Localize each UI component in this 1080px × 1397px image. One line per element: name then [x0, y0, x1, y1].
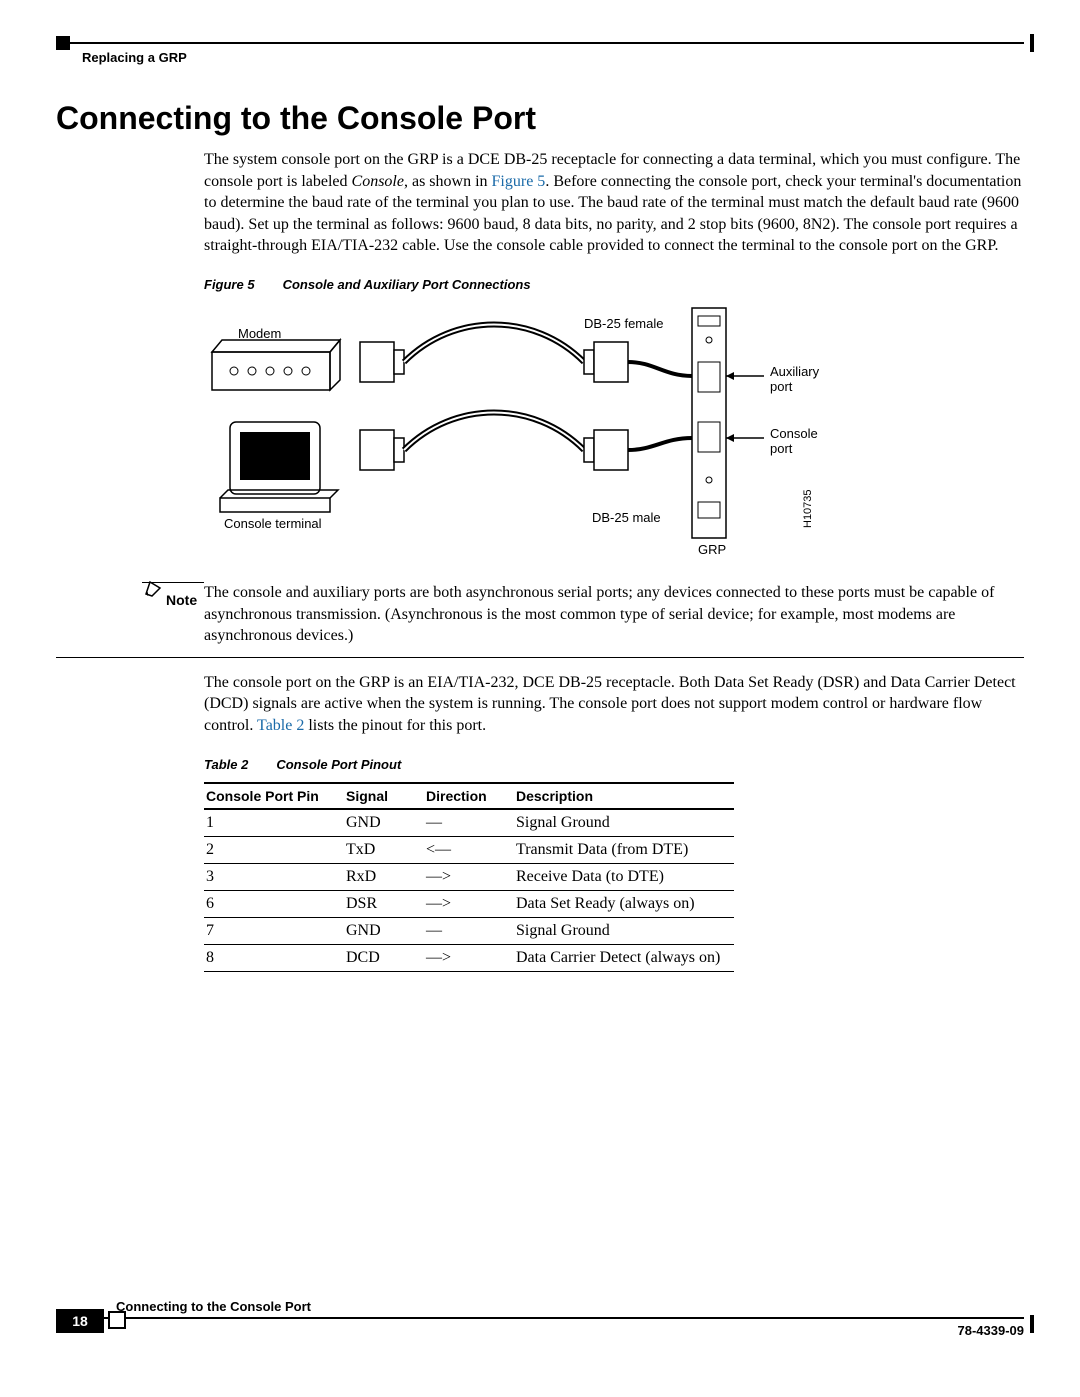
cell-description: Data Carrier Detect (always on) — [514, 944, 734, 971]
cell-pin: 1 — [204, 809, 344, 837]
para2: The console port on the GRP is an EIA/TI… — [204, 672, 1024, 737]
table-row: 1GND—Signal Ground — [204, 809, 734, 837]
footer-square-icon — [108, 1311, 126, 1329]
figure-caption: Figure 5 Console and Auxiliary Port Conne… — [204, 277, 1024, 292]
figure-5-link[interactable]: Figure 5 — [492, 173, 546, 190]
running-header: Replacing a GRP — [56, 32, 1024, 60]
col-header-description: Description — [514, 783, 734, 809]
pinout-table: Console Port Pin Signal Direction Descri… — [204, 782, 734, 972]
cell-direction: <— — [424, 836, 514, 863]
cell-pin: 3 — [204, 863, 344, 890]
figure-label-db25f: DB-25 female — [584, 316, 663, 331]
cell-signal: GND — [344, 809, 424, 837]
col-header-pin: Console Port Pin — [204, 783, 344, 809]
cell-direction: — — [424, 917, 514, 944]
footer-rule — [56, 1317, 1024, 1319]
para1-console-word: Console — [352, 173, 404, 190]
cell-signal: DCD — [344, 944, 424, 971]
cell-description: Signal Ground — [514, 809, 734, 837]
table-row: 6DSR—>Data Set Ready (always on) — [204, 890, 734, 917]
cell-description: Receive Data (to DTE) — [514, 863, 734, 890]
cell-pin: 2 — [204, 836, 344, 863]
cell-direction: —> — [424, 890, 514, 917]
cell-pin: 7 — [204, 917, 344, 944]
table-row: 3RxD—>Receive Data (to DTE) — [204, 863, 734, 890]
col-header-direction: Direction — [424, 783, 514, 809]
figure-label-grp: GRP — [698, 542, 726, 557]
cell-signal: GND — [344, 917, 424, 944]
figure-label-aux-port: Auxiliary port — [770, 364, 830, 394]
cell-pin: 6 — [204, 890, 344, 917]
table-row: 2TxD<—Transmit Data (from DTE) — [204, 836, 734, 863]
col-header-signal: Signal — [344, 783, 424, 809]
cell-pin: 8 — [204, 944, 344, 971]
header-rule — [56, 42, 1024, 44]
page-number: 18 — [56, 1309, 104, 1333]
cell-signal: DSR — [344, 890, 424, 917]
cell-description: Signal Ground — [514, 917, 734, 944]
figure-5: Modem Console terminal DB-25 female DB-2… — [204, 302, 824, 564]
figure-drawing-id: H10735 — [802, 489, 814, 528]
para2-post: lists the pinout for this port. — [304, 717, 486, 734]
note-block: Note The console and auxiliary ports are… — [56, 582, 1024, 658]
table-title: Console Port Pinout — [276, 757, 401, 772]
header-square-icon — [56, 36, 70, 50]
footer-right-bar-icon — [1030, 1315, 1034, 1333]
table-row: 8DCD—>Data Carrier Detect (always on) — [204, 944, 734, 971]
cell-direction: — — [424, 809, 514, 837]
footer-section-label: Connecting to the Console Port — [116, 1299, 311, 1314]
figure-label-modem: Modem — [238, 326, 281, 341]
table-row: 7GND—Signal Ground — [204, 917, 734, 944]
cell-direction: —> — [424, 863, 514, 890]
cell-direction: —> — [424, 944, 514, 971]
figure-label-console-terminal: Console terminal — [224, 516, 322, 531]
note-text: The console and auxiliary ports are both… — [204, 582, 1024, 647]
running-footer: Connecting to the Console Port 18 78-433… — [56, 1293, 1024, 1349]
cell-description: Transmit Data (from DTE) — [514, 836, 734, 863]
header-section-label: Replacing a GRP — [82, 50, 187, 65]
figure-title: Console and Auxiliary Port Connections — [283, 277, 531, 292]
intro-paragraph: The system console port on the GRP is a … — [204, 149, 1024, 257]
table-caption: Table 2 Console Port Pinout — [204, 757, 1024, 772]
table-2-link[interactable]: Table 2 — [257, 717, 304, 734]
figure-label: Figure 5 — [204, 277, 255, 292]
cell-signal: RxD — [344, 863, 424, 890]
table-label: Table 2 — [204, 757, 248, 772]
figure-label-console-port: Console port — [770, 426, 830, 456]
cell-signal: TxD — [344, 836, 424, 863]
doc-id: 78-4339-09 — [958, 1323, 1025, 1338]
figure-label-db25m: DB-25 male — [592, 510, 661, 525]
note-label: Note — [166, 592, 197, 608]
page-title: Connecting to the Console Port — [56, 100, 1024, 137]
header-right-bar-icon — [1030, 34, 1034, 52]
para1-mid: , as shown in — [404, 173, 492, 190]
table-header-row: Console Port Pin Signal Direction Descri… — [204, 783, 734, 809]
cell-description: Data Set Ready (always on) — [514, 890, 734, 917]
